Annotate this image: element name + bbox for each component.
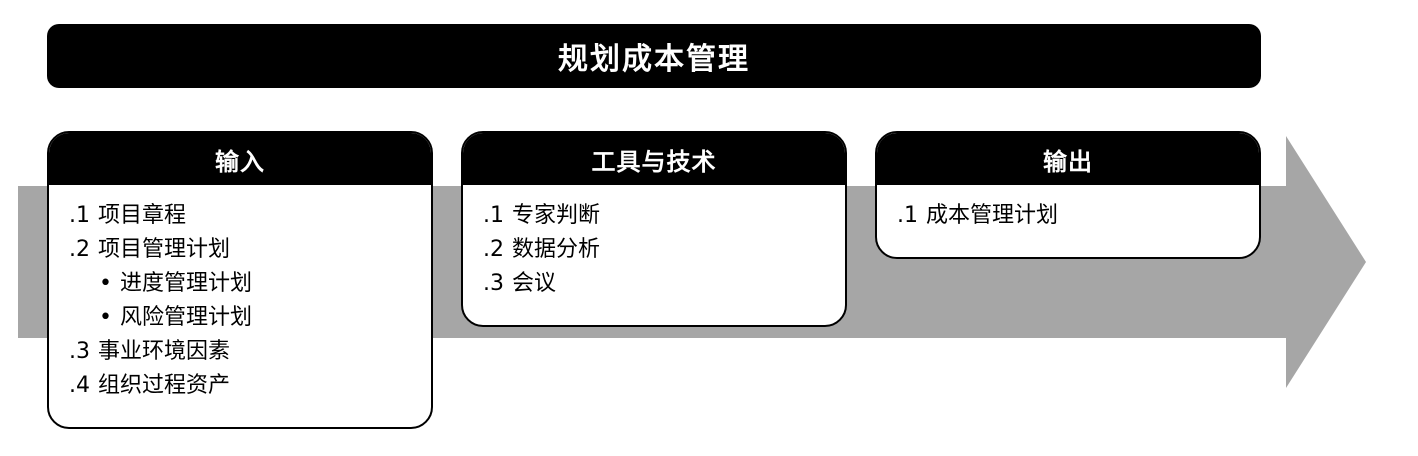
subitem-label: 进度管理计划 (119, 271, 252, 296)
item-number: .1 (897, 203, 918, 228)
item-number: .3 (483, 271, 504, 296)
input-subitem-schedule-plan: • 进度管理计划 (69, 267, 431, 301)
tools-box: 工具与技术 .1 专家判断 .2 数据分析 .3 会议 (461, 131, 847, 327)
tool-item-meetings: .3 会议 (483, 267, 845, 301)
outputs-box: 输出 .1 成本管理计划 (875, 131, 1261, 259)
item-number: .2 (483, 237, 504, 262)
outputs-list: .1 成本管理计划 (877, 185, 1259, 233)
item-number: .1 (69, 203, 90, 228)
process-title-bar: 规划成本管理 (47, 24, 1261, 88)
item-label: 项目章程 (98, 203, 187, 228)
item-label: 数据分析 (512, 237, 601, 262)
item-number: .4 (69, 373, 90, 398)
input-item-project-management-plan: .2 项目管理计划 (69, 233, 431, 267)
item-number: .3 (69, 339, 90, 364)
bullet-icon: • (99, 305, 112, 330)
inputs-box: 输入 .1 项目章程 .2 项目管理计划 • 进度管理计划 • 风险管理计划 .3 事业环… (47, 131, 433, 429)
subitem-label: 风险管理计划 (119, 305, 252, 330)
tools-list: .1 专家判断 .2 数据分析 .3 会议 (463, 185, 845, 301)
input-item-project-charter: .1 项目章程 (69, 199, 431, 233)
input-subitem-risk-plan: • 风险管理计划 (69, 301, 431, 335)
item-number: .2 (69, 237, 90, 262)
item-label: 事业环境因素 (98, 339, 231, 364)
tool-item-data-analysis: .2 数据分析 (483, 233, 845, 267)
input-item-org-assets: .4 组织过程资产 (69, 369, 431, 403)
tools-header: 工具与技术 (463, 133, 845, 185)
process-title: 规划成本管理 (558, 42, 750, 77)
item-label: 会议 (512, 271, 557, 296)
tool-item-expert-judgment: .1 专家判断 (483, 199, 845, 233)
outputs-header: 输出 (877, 133, 1259, 185)
item-number: .1 (483, 203, 504, 228)
inputs-list: .1 项目章程 .2 项目管理计划 • 进度管理计划 • 风险管理计划 .3 事业环境因素… (49, 185, 431, 403)
inputs-header: 输入 (49, 133, 431, 185)
item-label: 专家判断 (512, 203, 601, 228)
item-label: 组织过程资产 (98, 373, 231, 398)
input-item-enterprise-factors: .3 事业环境因素 (69, 335, 431, 369)
item-label: 项目管理计划 (98, 237, 231, 262)
output-item-cost-management-plan: .1 成本管理计划 (897, 199, 1259, 233)
item-label: 成本管理计划 (926, 203, 1059, 228)
bullet-icon: • (99, 271, 112, 296)
